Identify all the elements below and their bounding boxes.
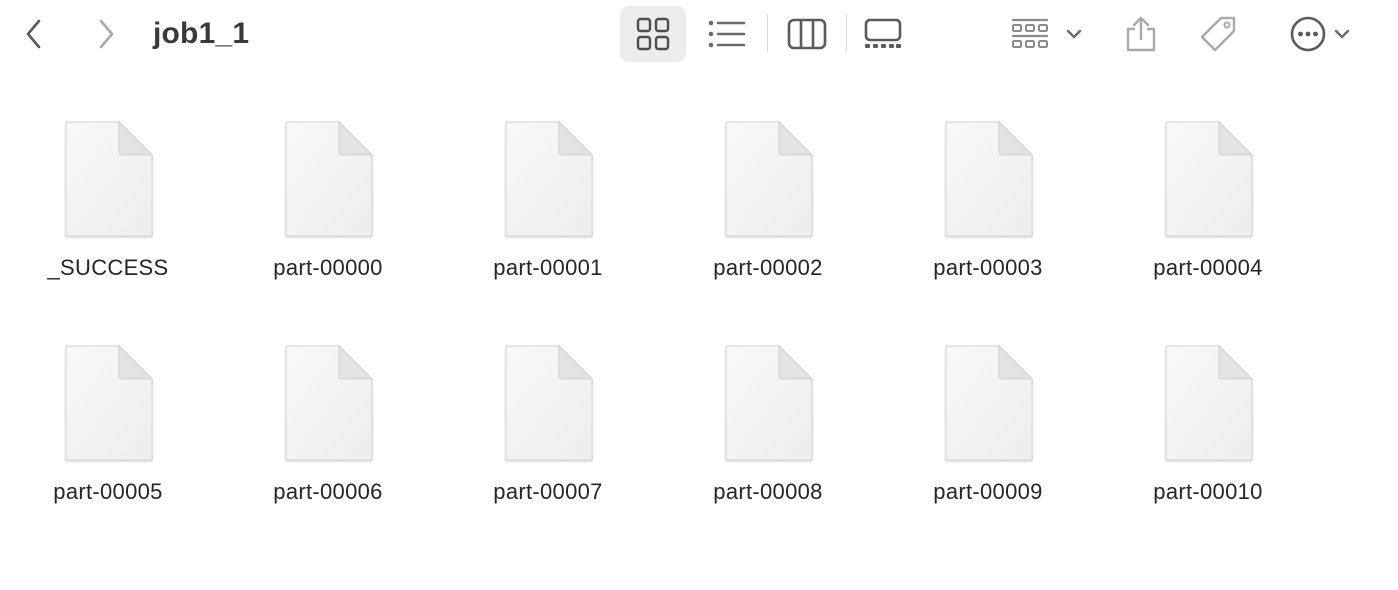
list-view-button[interactable] xyxy=(700,6,754,62)
file-name-label: part-00009 xyxy=(933,479,1043,504)
toolbar-separator xyxy=(767,14,768,52)
chevron-down-icon xyxy=(1334,29,1350,39)
toolbar-separator xyxy=(846,14,847,52)
forward-button[interactable] xyxy=(86,14,126,54)
document-icon xyxy=(1165,344,1254,461)
file-name-label: part-00006 xyxy=(273,479,383,504)
document-icon xyxy=(945,120,1034,237)
file-item[interactable]: part-00008 xyxy=(660,334,880,534)
document-icon xyxy=(505,120,594,237)
window-title: job1_1 xyxy=(153,17,250,50)
gallery-view-button[interactable] xyxy=(856,6,910,62)
file-name-label: _SUCCESS xyxy=(47,255,169,280)
list-icon xyxy=(708,20,746,48)
document-icon xyxy=(285,120,374,237)
group-by-button[interactable] xyxy=(1004,6,1088,62)
chevron-down-icon xyxy=(1066,29,1082,39)
file-name-label: part-00000 xyxy=(273,255,383,280)
file-name-label: part-00010 xyxy=(1153,479,1263,504)
columns-icon xyxy=(787,18,827,50)
group-by-icon xyxy=(1011,18,1049,48)
tag-icon xyxy=(1200,16,1236,52)
more-actions-button[interactable] xyxy=(1280,6,1360,62)
file-item[interactable]: part-00009 xyxy=(880,334,1100,534)
chevron-right-icon xyxy=(99,19,114,49)
column-view-button[interactable] xyxy=(780,6,834,62)
share-icon xyxy=(1126,16,1156,52)
file-item[interactable]: part-00004 xyxy=(1100,110,1320,310)
document-icon xyxy=(725,120,814,237)
file-item[interactable]: part-00005 xyxy=(0,334,220,534)
file-item[interactable]: part-00006 xyxy=(220,334,440,534)
file-item[interactable]: part-00010 xyxy=(1100,334,1320,534)
document-icon xyxy=(65,344,154,461)
file-item[interactable]: _SUCCESS xyxy=(0,110,220,310)
document-icon xyxy=(285,344,374,461)
file-name-label: part-00007 xyxy=(493,479,603,504)
document-icon xyxy=(1165,120,1254,237)
file-item[interactable]: part-00001 xyxy=(440,110,660,310)
file-name-label: part-00002 xyxy=(713,255,823,280)
file-item[interactable]: part-00000 xyxy=(220,110,440,310)
tag-button[interactable] xyxy=(1194,6,1244,62)
grid-icon xyxy=(636,17,670,51)
file-name-label: part-00001 xyxy=(493,255,603,280)
back-button[interactable] xyxy=(14,14,54,54)
finder-window: job1_1 _SUCCESS part-00000 part-00001 pa… xyxy=(0,0,1398,590)
document-icon xyxy=(65,120,154,237)
file-name-label: part-00008 xyxy=(713,479,823,504)
document-icon xyxy=(945,344,1034,461)
gallery-icon xyxy=(864,18,902,48)
chevron-left-icon xyxy=(26,19,41,49)
file-item[interactable]: part-00002 xyxy=(660,110,880,310)
file-item[interactable]: part-00003 xyxy=(880,110,1100,310)
toolbar: job1_1 xyxy=(0,0,1398,68)
icon-view-button[interactable] xyxy=(620,6,686,62)
file-name-label: part-00005 xyxy=(53,479,163,504)
ellipsis-circle-icon xyxy=(1290,16,1326,52)
document-icon xyxy=(505,344,594,461)
file-item[interactable]: part-00007 xyxy=(440,334,660,534)
file-name-label: part-00004 xyxy=(1153,255,1263,280)
document-icon xyxy=(725,344,814,461)
file-name-label: part-00003 xyxy=(933,255,1043,280)
share-button[interactable] xyxy=(1116,6,1166,62)
